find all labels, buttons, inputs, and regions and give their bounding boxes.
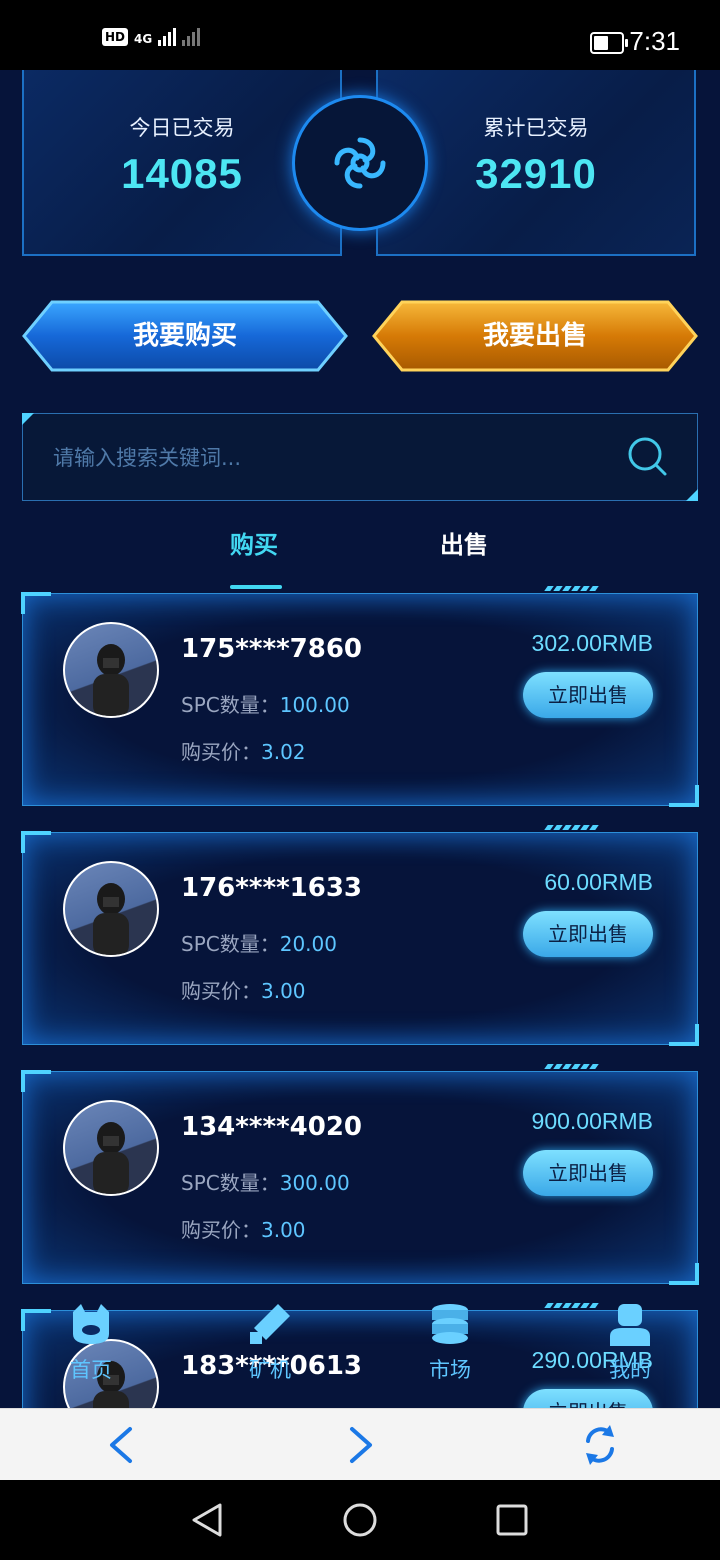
user-phone: 176****1633 <box>181 873 363 903</box>
network-indicators: HD 4G <box>102 28 201 46</box>
search-box[interactable]: 请输入搜索关键词... <box>22 413 698 501</box>
signal-2-icon <box>182 28 201 46</box>
sell-now-button[interactable]: 立即出售 <box>523 911 653 957</box>
forward-icon[interactable] <box>342 1425 378 1469</box>
search-input[interactable]: 请输入搜索关键词... <box>53 442 241 472</box>
signal-icon <box>158 28 177 46</box>
user-icon <box>610 1304 650 1346</box>
order-amount: 60.00RMB <box>544 869 653 895</box>
refresh-icon[interactable] <box>580 1423 620 1471</box>
avatar <box>63 861 159 957</box>
buy-button-label: 我要购买 <box>132 321 237 351</box>
network-type: 4G <box>134 32 153 46</box>
qty-label: SPC数量： <box>181 932 280 956</box>
user-phone: 175****7860 <box>181 634 363 664</box>
system-navigation-bar <box>0 1480 720 1560</box>
sell-now-button[interactable]: 立即出售 <box>523 1150 653 1196</box>
card-stripes-decoration <box>544 825 599 830</box>
nav-miner[interactable]: 矿机 <box>225 1302 315 1384</box>
clock: 7:31 <box>629 26 680 56</box>
system-home-icon[interactable] <box>342 1502 378 1542</box>
coins-icon <box>432 1304 468 1344</box>
order-card: 175****7860 SPC数量：100.00 购买价：3.02 302.00… <box>21 586 699 807</box>
corner-decoration <box>686 489 698 501</box>
qty-value: 20.00 <box>279 932 337 956</box>
status-bar: HD 4G 7:31 <box>0 0 720 70</box>
tab-sell[interactable]: 出售 <box>440 525 488 560</box>
qty-value: 100.00 <box>279 693 350 717</box>
sell-button-label: 我要出售 <box>482 321 587 351</box>
card-stripes-decoration <box>544 586 599 591</box>
card-stripes-decoration <box>544 1064 599 1069</box>
search-icon[interactable] <box>627 436 669 482</box>
price-value: 3.00 <box>261 1218 306 1242</box>
tab-buy[interactable]: 购买 <box>230 525 278 560</box>
price-label: 购买价： <box>181 1218 261 1242</box>
price-label: 购买价： <box>181 979 261 1003</box>
browser-toolbar <box>0 1408 720 1481</box>
hd-badge: HD <box>102 28 129 46</box>
nav-mine[interactable]: 我的 <box>585 1302 675 1384</box>
corner-decoration <box>22 413 34 425</box>
nav-home-label: 首页 <box>70 1358 112 1382</box>
system-recents-icon[interactable] <box>496 1504 528 1540</box>
back-icon[interactable] <box>104 1425 140 1469</box>
order-amount: 302.00RMB <box>531 630 653 656</box>
nav-market-label: 市场 <box>429 1358 471 1382</box>
nav-miner-label: 矿机 <box>249 1358 291 1382</box>
system-back-icon[interactable] <box>190 1502 224 1542</box>
avatar <box>63 1100 159 1196</box>
user-phone: 134****4020 <box>181 1112 363 1142</box>
order-card: 176****1633 SPC数量：20.00 购买价：3.00 60.00RM… <box>21 825 699 1046</box>
home-cat-icon <box>73 1304 109 1344</box>
qty-label: SPC数量： <box>181 1171 280 1195</box>
sell-button[interactable]: 我要出售 <box>372 300 698 372</box>
miner-icon <box>250 1304 290 1344</box>
nav-mine-label: 我的 <box>609 1358 651 1382</box>
nav-home[interactable]: 首页 <box>46 1302 136 1384</box>
buy-button[interactable]: 我要购买 <box>22 300 348 372</box>
order-amount: 900.00RMB <box>531 1108 653 1134</box>
price-value: 3.00 <box>261 979 306 1003</box>
exchange-hub-icon <box>292 95 428 231</box>
price-value: 3.02 <box>261 740 306 764</box>
main-content: 今日已交易 14085 累计已交易 32910 我要购买 我要出售 请输入搜索关… <box>0 70 720 1408</box>
sell-now-button[interactable]: 立即出售 <box>523 672 653 718</box>
total-traded-label: 累计已交易 <box>483 116 589 140</box>
today-traded-label: 今日已交易 <box>129 116 235 140</box>
battery-icon <box>590 32 628 54</box>
active-tab-indicator <box>230 585 282 589</box>
qty-label: SPC数量： <box>181 693 280 717</box>
avatar <box>63 622 159 718</box>
qty-value: 300.00 <box>279 1171 350 1195</box>
nav-market[interactable]: 市场 <box>405 1302 495 1384</box>
order-card: 134****4020 SPC数量：300.00 购买价：3.00 900.00… <box>21 1064 699 1285</box>
order-tabs: 购买 出售 <box>0 525 720 595</box>
sell-now-button[interactable]: 立即出售 <box>523 1389 653 1408</box>
price-label: 购买价： <box>181 740 261 764</box>
